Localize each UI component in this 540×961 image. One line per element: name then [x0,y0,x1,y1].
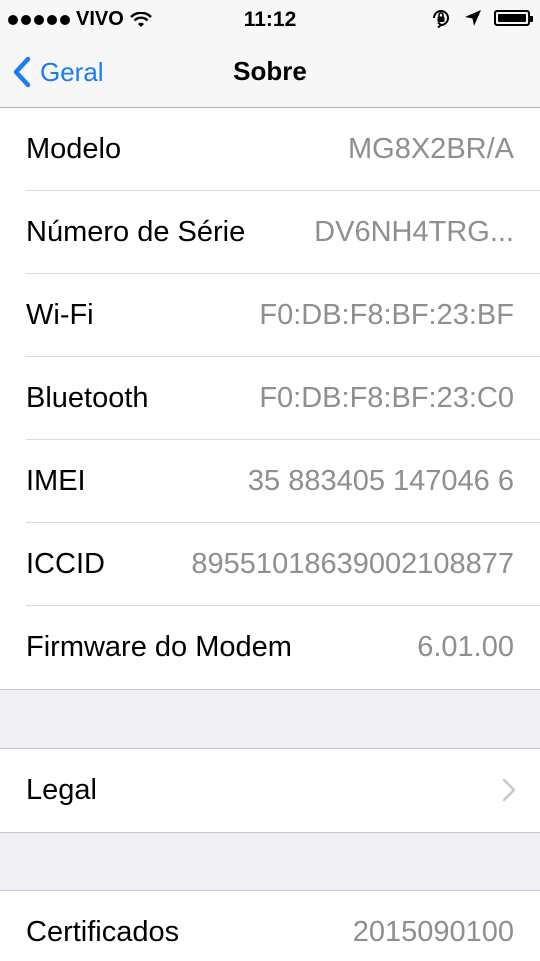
info-row-wifi: Wi-Fi F0:DB:F8:BF:23:BF [0,274,540,357]
device-info-group: Modelo MG8X2BR/A Número de Série DV6NH4T… [0,108,540,690]
info-value: DV6NH4TRG... [314,216,514,248]
info-label: IMEI [26,465,86,497]
info-value: 89551018639002108877 [191,548,514,580]
info-value: MG8X2BR/A [348,133,514,165]
status-bar: VIVO 11:12 [0,0,540,38]
info-label: Firmware do Modem [26,631,292,663]
legal-group: Legal [0,748,540,833]
info-value: 35 883405 147046 6 [247,465,514,497]
info-value: F0:DB:F8:BF:23:BF [259,299,514,331]
orientation-lock-icon [433,10,449,29]
info-label: Número de Série [26,216,246,248]
battery-icon [494,10,533,26]
certificates-label: Certificados [26,916,180,948]
info-label: Modelo [26,133,122,165]
navigation-bar: Geral Sobre [0,38,540,108]
info-value: 6.01.00 [417,631,514,663]
info-row-serial-number: Número de Série DV6NH4TRG... [0,191,540,274]
info-label: Bluetooth [26,382,149,414]
certificates-row: Certificados 2015090100 [0,891,540,961]
info-label: ICCID [26,548,105,580]
info-value: F0:DB:F8:BF:23:C0 [259,382,514,414]
info-row-bluetooth: Bluetooth F0:DB:F8:BF:23:C0 [0,357,540,440]
battery-fill [498,14,526,22]
chevron-right-icon [502,778,516,802]
info-label: Wi-Fi [26,299,94,331]
info-row-model: Modelo MG8X2BR/A [0,108,540,191]
certificates-group: Certificados 2015090100 [0,890,540,961]
legal-label: Legal [26,774,97,806]
status-right [430,7,533,29]
info-row-imei: IMEI 35 883405 147046 6 [0,440,540,523]
legal-row[interactable]: Legal [0,749,540,832]
page-title: Sobre [233,56,307,86]
location-arrow-icon [465,10,481,26]
info-row-iccid: ICCID 89551018639002108877 [0,523,540,606]
certificates-value: 2015090100 [352,916,514,948]
info-row-modem-firmware: Firmware do Modem 6.01.00 [0,606,540,689]
